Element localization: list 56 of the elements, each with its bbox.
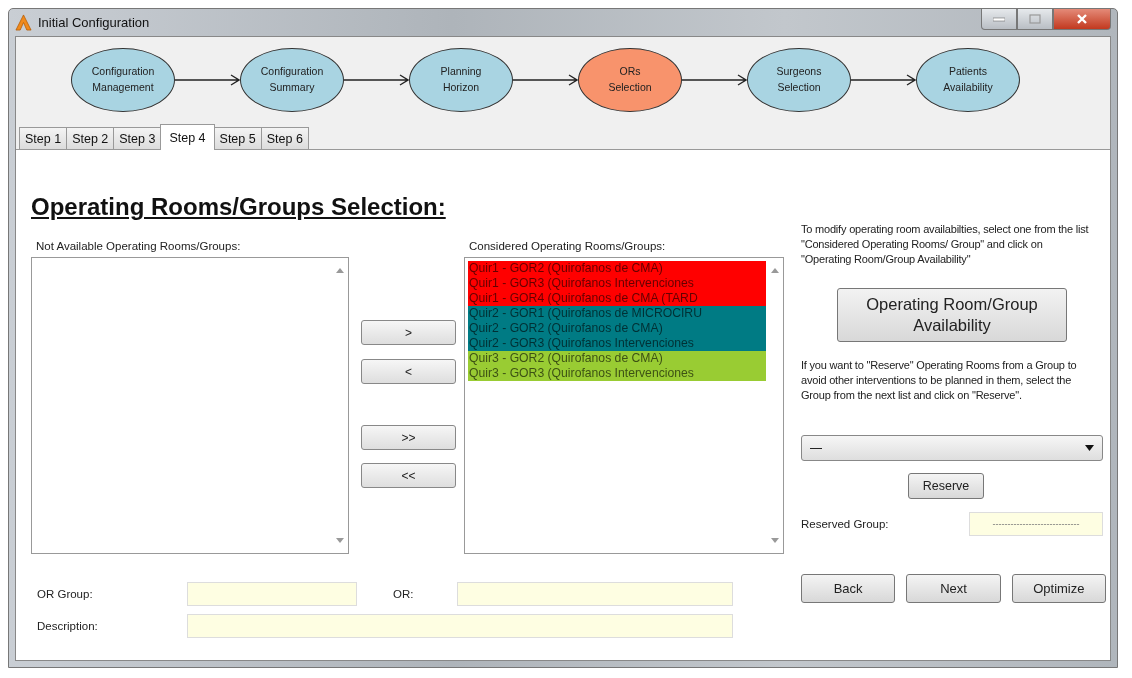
section-heading: Operating Rooms/Groups Selection: <box>31 192 446 222</box>
transfer-button[interactable]: >> <box>361 425 456 450</box>
maximize-button[interactable] <box>1017 9 1053 30</box>
workflow-step[interactable]: Surgeons Selection <box>747 48 851 112</box>
list-label: Considered Operating Rooms/Groups: <box>469 240 667 254</box>
group-dropdown[interactable]: — <box>801 435 1103 461</box>
field-label: OR Group: <box>36 588 94 600</box>
workflow-step[interactable]: ORs Selection <box>578 48 682 112</box>
list-item[interactable]: Quir3 - GOR3 (Quirofanos Intervenciones <box>468 366 766 381</box>
input-field[interactable] <box>187 614 733 638</box>
arrow-icon <box>344 74 409 86</box>
tab[interactable]: Step 1 <box>19 127 68 149</box>
nav-button[interactable]: Next <box>906 574 1001 603</box>
transfer-button[interactable]: < <box>361 359 456 384</box>
scroll-up-icon[interactable] <box>770 268 779 273</box>
minimize-button[interactable] <box>981 9 1017 30</box>
transfer-button[interactable]: > <box>361 320 456 345</box>
transfer-button[interactable]: << <box>361 463 456 488</box>
window-title: Initial Configuration <box>38 15 150 30</box>
workflow-step[interactable]: Planning Horizon <box>409 48 513 112</box>
instructions-text: To modify operating room availabilties, select one from the list "Considered Operating Rooms/ Group" and click on "Operating Room/Group Availability" <box>801 222 1090 267</box>
list-label: Not Available Operating Rooms/Groups: <box>36 240 242 254</box>
input-field[interactable] <box>187 582 357 606</box>
arrow-icon <box>851 74 916 86</box>
scroll-down-icon[interactable] <box>335 538 344 543</box>
maximize-icon <box>1029 14 1041 24</box>
logo-icon <box>15 14 32 31</box>
arrow-icon <box>682 74 747 86</box>
tab[interactable]: Step 3 <box>113 127 162 149</box>
dropdown-arrow-icon <box>1085 445 1094 451</box>
availability-button[interactable]: Operating Room/Group Availability <box>837 288 1067 342</box>
close-button[interactable] <box>1053 9 1111 30</box>
scroll-up-icon[interactable] <box>335 268 344 273</box>
minimize-icon <box>993 16 1005 22</box>
input-field[interactable] <box>457 582 733 606</box>
tab[interactable]: Step 4 <box>160 124 215 150</box>
field-label: Reserved Group: <box>801 518 889 530</box>
tab[interactable]: Step 2 <box>66 127 115 149</box>
close-icon <box>1076 14 1088 24</box>
list-item[interactable]: Quir3 - GOR2 (Quirofanos de CMA) <box>468 351 766 366</box>
field-label: Description: <box>36 620 99 632</box>
workflow-step[interactable]: Configuration Summary <box>240 48 344 112</box>
arrow-icon <box>513 74 578 86</box>
tab[interactable]: Step 6 <box>260 127 309 149</box>
nav-button[interactable]: Back <box>801 574 896 603</box>
reserved-group-field: ----------------------------- <box>969 512 1103 536</box>
field-label: OR: <box>392 588 415 600</box>
nav-button[interactable]: Optimize <box>1011 574 1106 603</box>
list-box[interactable] <box>464 257 784 554</box>
workflow-step[interactable]: Patients Availability <box>916 48 1020 112</box>
instructions-text: If you want to "Reserve" Operating Rooms from a Group to avoid other interventions to be planned in them, select the Group from the next list and click on "Reserve". <box>801 358 1078 403</box>
reserve-button[interactable]: Reserve <box>908 473 984 499</box>
tab[interactable]: Step 5 <box>213 127 262 149</box>
workflow-step[interactable]: Configuration Management <box>71 48 175 112</box>
arrow-icon <box>175 74 240 86</box>
scroll-down-icon[interactable] <box>770 538 779 543</box>
